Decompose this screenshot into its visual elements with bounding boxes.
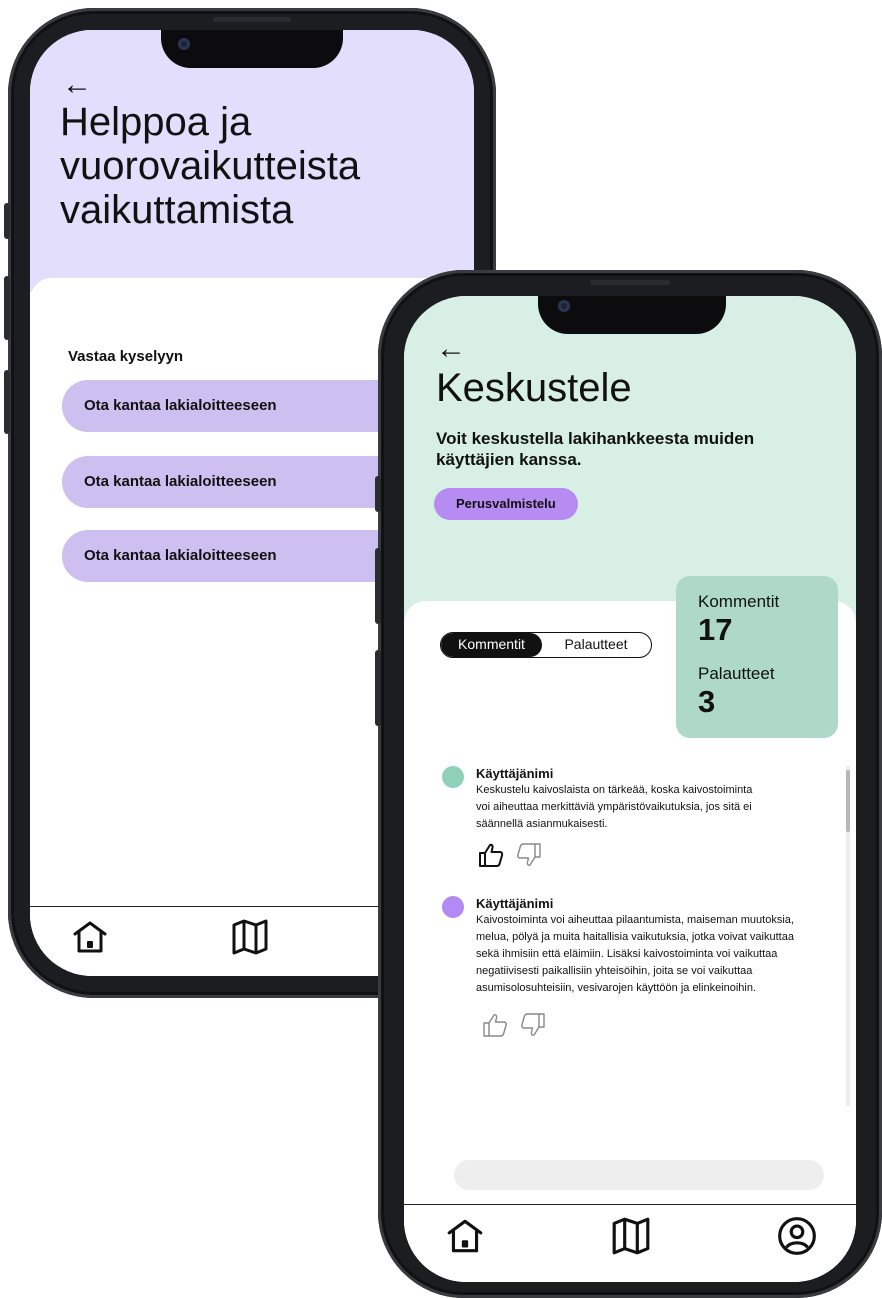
comment-line: Kaivostoiminta voi aiheuttaa pilaantumis…: [476, 914, 794, 926]
camera-icon: [178, 38, 190, 50]
section-label: Vastaa kyselyyn: [68, 348, 184, 365]
comment-username: Käyttäjänimi: [476, 896, 554, 911]
comment-line: asumisolosuhteisiin, vesivarojen käyttöö…: [476, 982, 757, 994]
volume-up-button: [375, 548, 381, 624]
bottom-nav: [404, 1204, 856, 1282]
comment-line: säännellä asianmukaisesti.: [476, 818, 608, 830]
comment-username: Käyttäjänimi: [476, 766, 554, 781]
comment-line: melua, pölyä ja muita haitallisia vaikut…: [476, 931, 794, 943]
comments-count: 17: [698, 612, 733, 647]
avatar: [442, 896, 464, 918]
map-icon[interactable]: [230, 917, 270, 957]
thumbs-down-icon[interactable]: [516, 842, 542, 868]
volume-down-button: [375, 650, 381, 726]
tab-toggle: Kommentit Palautteet: [440, 632, 652, 658]
comment-text: Kaivostoiminta voi aiheuttaa pilaantumis…: [476, 912, 794, 997]
mute-switch: [375, 476, 381, 512]
reaction-row: [478, 842, 550, 873]
reaction-row: [482, 1012, 554, 1043]
feedback-count-label: Palautteet: [698, 664, 775, 683]
thumbs-up-icon[interactable]: [482, 1012, 508, 1038]
comment-item: Käyttäjänimi Keskustelu kaivoslaista on …: [442, 766, 822, 830]
back-arrow-icon[interactable]: ←: [62, 68, 92, 102]
page-title: Keskustele: [436, 366, 632, 410]
profile-icon[interactable]: [776, 1215, 818, 1257]
home-icon[interactable]: [70, 917, 110, 957]
avatar: [442, 766, 464, 788]
feedback-count: 3: [698, 684, 716, 719]
phone-screen-2: ← Keskustele Voit keskustella lakihankke…: [404, 296, 856, 1282]
comment-line: negatiivisesti paikallisiin yhteisöihin,…: [476, 965, 753, 977]
thumbs-up-icon[interactable]: [478, 842, 504, 868]
comments-count-label: Kommentit: [698, 592, 780, 611]
tab-comments[interactable]: Kommentit: [441, 633, 542, 657]
map-icon[interactable]: [610, 1215, 652, 1257]
speaker-grille: [213, 17, 291, 22]
scrollbar-thumb[interactable]: [846, 770, 850, 832]
phone-frame-2: ← Keskustele Voit keskustella lakihankke…: [375, 270, 882, 1298]
stage-chip[interactable]: Perusvalmistelu: [434, 488, 578, 520]
back-arrow-icon[interactable]: ←: [436, 332, 466, 366]
volume-down-button: [4, 370, 10, 434]
comment-line: sekä ihmisiin että eläimiin. Lisäksi kai…: [476, 948, 778, 960]
stats-card: Kommentit 17 Palautteet 3: [676, 576, 838, 738]
page-title: Helppoa ja vuorovaikutteista vaikuttamis…: [60, 100, 361, 232]
comment-input[interactable]: [454, 1160, 824, 1190]
camera-icon: [558, 300, 570, 312]
notch: [161, 30, 343, 68]
comment-text: Keskustelu kaivoslaista on tärkeää, kosk…: [476, 782, 752, 833]
tab-feedback[interactable]: Palautteet: [542, 633, 650, 657]
home-icon[interactable]: [444, 1215, 486, 1257]
volume-up-button: [4, 276, 10, 340]
comment-line: Keskustelu kaivoslaista on tärkeää, kosk…: [476, 784, 753, 796]
speaker-grille: [590, 280, 670, 285]
page-subtitle: Voit keskustella lakihankkeesta muiden k…: [436, 429, 755, 469]
comment-line: voi aiheuttaa merkittäviä ympäristövaiku…: [476, 801, 752, 813]
thumbs-down-icon[interactable]: [520, 1012, 546, 1038]
comment-item: Käyttäjänimi Kaivostoiminta voi aiheutta…: [442, 896, 822, 996]
mute-switch: [4, 203, 10, 239]
